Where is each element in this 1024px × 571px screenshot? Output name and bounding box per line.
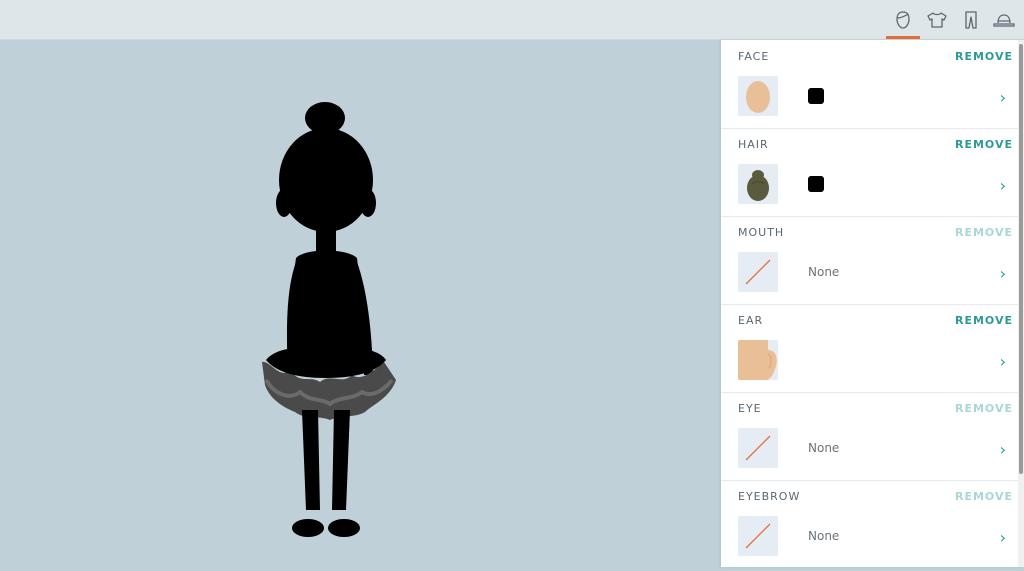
none-thumbnail <box>738 252 778 292</box>
customization-panel[interactable]: FACE REMOVE › HAIR REMOVE › MOUTH REMOVE… <box>721 40 1024 567</box>
eye-option-row[interactable]: None › <box>721 424 1018 480</box>
section-mouth: MOUTH REMOVE None › <box>721 216 1018 305</box>
section-title: HAIR <box>738 138 769 151</box>
section-title: EYE <box>738 402 762 415</box>
avatar-stage <box>0 40 721 567</box>
tab-pants[interactable] <box>954 0 988 39</box>
face-option-row[interactable]: › <box>721 72 1018 128</box>
remove-button: REMOVE <box>954 402 1013 415</box>
tab-hat[interactable] <box>987 0 1021 39</box>
ear-thumbnail <box>738 340 778 380</box>
hair-option-row[interactable]: › <box>721 160 1018 216</box>
remove-button: REMOVE <box>954 490 1013 503</box>
hair-bun-thumbnail <box>738 164 778 204</box>
option-value: None <box>808 265 840 279</box>
tab-shirt[interactable] <box>920 0 954 39</box>
option-value: None <box>808 529 840 543</box>
chevron-right-icon[interactable]: › <box>1000 88 1006 107</box>
section-title: MOUTH <box>738 226 785 239</box>
avatar-silhouette <box>262 102 396 537</box>
top-toolbar <box>0 0 1024 40</box>
section-title: FACE <box>738 50 770 63</box>
hair-color-swatch[interactable] <box>808 176 824 192</box>
mouth-option-row[interactable]: None › <box>721 248 1018 304</box>
scrollbar-thumb[interactable] <box>1019 44 1023 474</box>
tab-head[interactable] <box>886 0 920 39</box>
shirt-icon <box>927 11 947 28</box>
remove-button[interactable]: REMOVE <box>955 138 1013 151</box>
chevron-right-icon[interactable]: › <box>1000 176 1006 195</box>
head-icon <box>896 10 910 29</box>
remove-button[interactable]: REMOVE <box>955 50 1013 63</box>
face-color-swatch[interactable] <box>808 88 824 104</box>
section-eye: EYE REMOVE None › <box>721 392 1018 481</box>
ear-option-row[interactable]: › <box>721 336 1018 392</box>
none-thumbnail <box>738 428 778 468</box>
eyebrow-option-row[interactable]: None › <box>721 512 1018 567</box>
section-eyebrow: EYEBROW REMOVE None › <box>721 480 1018 567</box>
option-value: None <box>808 441 840 455</box>
none-thumbnail <box>738 516 778 556</box>
pants-icon <box>965 10 977 29</box>
section-face: FACE REMOVE › <box>721 40 1018 129</box>
section-ear: EAR REMOVE › <box>721 304 1018 393</box>
chevron-right-icon[interactable]: › <box>1000 264 1006 283</box>
remove-button[interactable]: REMOVE <box>955 314 1013 327</box>
remove-button: REMOVE <box>954 226 1013 239</box>
hat-icon <box>993 13 1015 27</box>
chevron-right-icon[interactable]: › <box>1000 352 1006 371</box>
chevron-right-icon[interactable]: › <box>1000 440 1006 459</box>
section-title: EYEBROW <box>738 490 801 503</box>
face-thumbnail <box>738 76 778 116</box>
panel-scrollbar[interactable] <box>1018 40 1024 567</box>
section-hair: HAIR REMOVE › <box>721 128 1018 217</box>
chevron-right-icon[interactable]: › <box>1000 528 1006 547</box>
section-title: EAR <box>738 314 764 327</box>
